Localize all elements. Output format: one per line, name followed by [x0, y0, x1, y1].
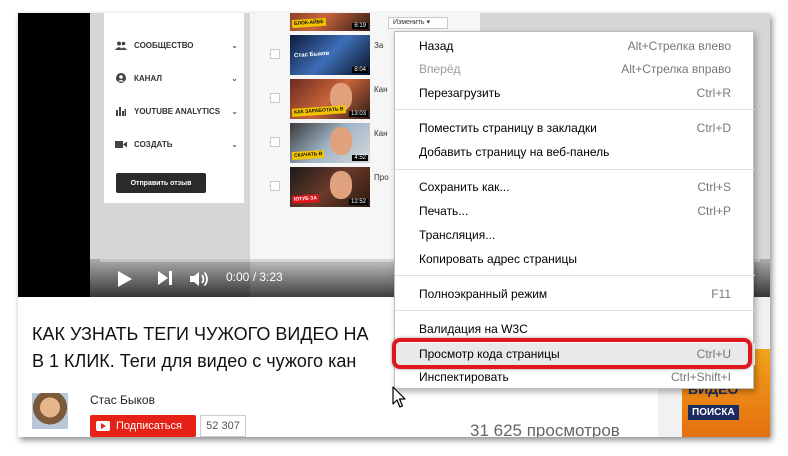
menu-item-w3c-validation[interactable]: Валидация на W3C	[395, 318, 755, 340]
menu-item-cast[interactable]: Трансляция...	[395, 224, 755, 246]
menu-item-label: Сохранить как...	[419, 180, 510, 194]
menu-item-shortcut: Ctrl+D	[696, 121, 731, 135]
menu-item-back[interactable]: Назад Alt+Стрелка влево	[395, 35, 755, 57]
video-title[interactable]: Кан	[374, 85, 388, 94]
chevron-down-icon: ⌄	[231, 106, 238, 116]
menu-item-copy-address[interactable]: Копировать адрес страницы	[395, 248, 755, 270]
menu-item-label: Вперёд	[419, 62, 461, 76]
menu-item-shortcut: Ctrl+R	[696, 86, 731, 100]
menu-item-shortcut: Ctrl+Shift+I	[670, 370, 731, 384]
menu-item-label: Поместить страницу в закладки	[419, 121, 597, 135]
video-duration: 4:52	[352, 155, 368, 161]
video-duration: 6:19	[352, 23, 368, 29]
video-thumbnail[interactable]: БЛОК-АЙБЕ 6:19	[290, 13, 370, 31]
channel-name[interactable]: Стас Быков	[90, 393, 155, 407]
menu-item-shortcut: F11	[711, 287, 731, 301]
volume-icon[interactable]	[190, 271, 210, 292]
menu-item-label: Валидация на W3C	[419, 322, 528, 336]
row-checkbox[interactable]	[270, 137, 280, 147]
thumbnail-face	[330, 171, 352, 199]
mouse-cursor-icon	[392, 386, 406, 413]
menu-item-add-to-webpanel[interactable]: Добавить страницу на веб-панель	[395, 141, 755, 163]
change-label: Изменить	[393, 19, 425, 26]
video-thumbnail[interactable]: КАК ЗАРАБОТАТЬ В 13:03	[290, 79, 370, 119]
menu-item-fullscreen[interactable]: Полноэкранный режим F11	[395, 283, 755, 305]
thumbnail-caption: БЛОК-АЙБЕ	[291, 17, 326, 29]
context-menu: Назад Alt+Стрелка влево Вперёд Alt+Стрел…	[394, 31, 755, 389]
thumbnail-caption: Стас Быков	[293, 50, 330, 60]
youtube-creator-sidebar: СООБЩЕСТВО ⌄ КАНАЛ ⌄ YOUTUBE ANALYTICS ⌄	[104, 13, 244, 203]
row-checkbox[interactable]	[270, 181, 280, 191]
menu-item-label: Перезагрузить	[419, 86, 501, 100]
view-count: 31 625 просмотров	[470, 421, 620, 437]
send-feedback-button[interactable]: Отправить отзыв	[116, 173, 206, 193]
row-checkbox[interactable]	[270, 93, 280, 103]
menu-item-label: Назад	[419, 39, 454, 53]
menu-item-bookmark[interactable]: Поместить страницу в закладки Ctrl+D	[395, 117, 755, 139]
subscribe-label: Подписаться	[116, 420, 182, 432]
menu-item-save-as[interactable]: Сохранить как... Ctrl+S	[395, 176, 755, 198]
menu-item-label: Печать...	[419, 204, 469, 218]
sidebar-item-create[interactable]: СОЗДАТЬ ⌄	[114, 136, 242, 152]
sidebar-item-community[interactable]: СООБЩЕСТВО ⌄	[114, 37, 242, 53]
menu-item-shortcut: Alt+Стрелка вправо	[621, 62, 731, 76]
sidebar-item-label: YOUTUBE ANALYTICS	[134, 106, 221, 116]
chevron-down-icon: ⌄	[231, 139, 238, 149]
video-title[interactable]: За	[374, 41, 383, 50]
menu-separator	[395, 310, 755, 311]
time-display: 0:00 / 3:23	[226, 270, 283, 284]
row-checkbox[interactable]	[270, 49, 280, 59]
video-thumbnail[interactable]: ЮТУБ ЗА 12:52	[290, 167, 370, 207]
bar-chart-icon	[114, 106, 128, 116]
avatar[interactable]	[32, 393, 68, 429]
menu-item-shortcut: Alt+Стрелка влево	[627, 39, 731, 53]
list-item[interactable]: БЛОК-АЙБЕ 6:19 Изменить ▾	[250, 13, 480, 33]
sidebar-item-label: КАНАЛ	[134, 73, 162, 83]
thumbnail-face	[330, 127, 352, 155]
sidebar-item-label: СООБЩЕСТВО	[134, 40, 194, 50]
thumbnail-caption: ЮТУБ ЗА	[291, 194, 320, 204]
menu-separator	[395, 109, 755, 110]
video-camera-icon	[114, 139, 128, 149]
video-thumbnail[interactable]: Стас Быков 8:04	[290, 35, 370, 75]
people-icon	[114, 40, 128, 50]
menu-separator	[395, 275, 755, 276]
video-duration: 13:03	[348, 111, 368, 117]
next-icon[interactable]	[158, 271, 172, 290]
play-icon[interactable]	[118, 271, 132, 292]
menu-item-label: Копировать адрес страницы	[419, 252, 577, 266]
subscriber-count: 52 307	[200, 415, 246, 437]
highlight-annotation	[392, 338, 752, 369]
video-thumbnail[interactable]: СКАЧАТЬ В 4:52	[290, 123, 370, 163]
sidebar-item-label: СОЗДАТЬ	[134, 139, 173, 149]
video-duration: 8:04	[352, 67, 368, 73]
menu-item-reload[interactable]: Перезагрузить Ctrl+R	[395, 82, 755, 104]
youtube-logo-icon	[96, 421, 110, 431]
menu-item-shortcut: Ctrl+S	[697, 180, 731, 194]
thumbnail-caption: СКАЧАТЬ В	[291, 149, 325, 161]
subscribe-button[interactable]: Подписаться	[90, 415, 196, 437]
menu-item-label: Трансляция...	[419, 228, 496, 242]
menu-item-inspect[interactable]: Инспектировать Ctrl+Shift+I	[395, 366, 755, 388]
menu-item-shortcut: Ctrl+P	[697, 204, 731, 218]
menu-item-forward[interactable]: Вперёд Alt+Стрелка вправо	[395, 58, 755, 80]
menu-item-print[interactable]: Печать... Ctrl+P	[395, 200, 755, 222]
menu-separator	[395, 169, 755, 170]
menu-item-label: Добавить страницу на веб-панель	[419, 145, 610, 159]
promo-line-2: ПОИСКА	[688, 405, 739, 420]
person-icon	[114, 73, 128, 83]
video-title[interactable]: Про	[374, 173, 389, 182]
video-duration: 12:52	[348, 199, 368, 205]
menu-item-label: Полноэкранный режим	[419, 287, 548, 301]
sidebar-item-analytics[interactable]: YOUTUBE ANALYTICS ⌄	[114, 103, 242, 119]
thumbnail-caption: КАК ЗАРАБОТАТЬ В	[291, 105, 346, 117]
menu-item-label: Инспектировать	[419, 370, 509, 384]
chevron-down-icon: ⌄	[231, 73, 238, 83]
video-title[interactable]: Кан	[374, 129, 388, 138]
change-dropdown[interactable]: Изменить ▾	[388, 17, 448, 29]
chevron-down-icon: ⌄	[231, 40, 238, 50]
sidebar-item-channel[interactable]: КАНАЛ ⌄	[114, 70, 242, 86]
